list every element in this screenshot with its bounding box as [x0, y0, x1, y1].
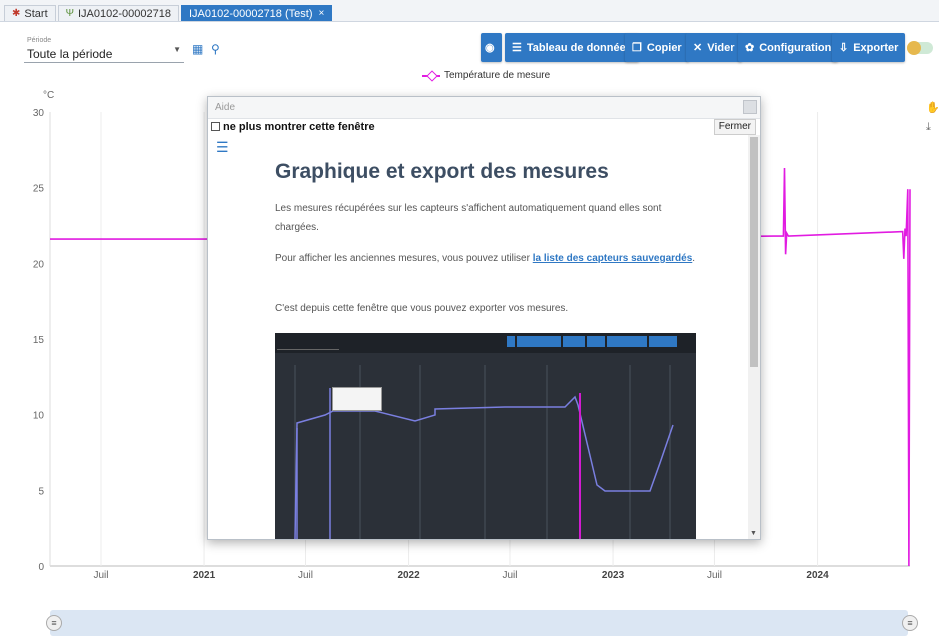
tab-label: Start: [24, 7, 48, 20]
calendar-icon[interactable]: ▦: [192, 42, 203, 56]
search-icon[interactable]: ⚲: [211, 42, 220, 56]
y-tick-label: 10: [33, 411, 45, 422]
dialog-close-icon[interactable]: [743, 100, 757, 114]
export-icon: ⇩: [839, 42, 849, 54]
tab-label: IJA0102-00002718 (Test): [188, 7, 313, 20]
export-button[interactable]: ⇩ Exporter: [832, 33, 906, 62]
p2-end: .: [692, 253, 696, 264]
x-tick-label: Juil: [502, 570, 517, 581]
x-tick-label: Juil: [298, 570, 313, 581]
toggle-knob: [907, 41, 921, 55]
x-axis: Juil 2021 Juil 2022 Juil 2023 Juil 2024: [93, 570, 829, 581]
tab-sensor-test[interactable]: IJA0102-00002718 (Test) ×: [180, 5, 333, 21]
dont-show-checkbox[interactable]: [211, 122, 220, 131]
scroll-down-icon[interactable]: ▼: [750, 530, 757, 537]
p2-text: Pour afficher les anciennes mesures, vou…: [275, 253, 533, 264]
data-table-label: Tableau de données: [526, 41, 632, 54]
y-tick-label: 25: [33, 184, 45, 195]
tab-label: IJA0102-00002718: [77, 7, 171, 20]
y-tick-label: 30: [33, 108, 45, 119]
y-axis-unit: °C: [43, 90, 54, 101]
start-icon: ✱: [12, 8, 21, 19]
dialog-options: ne plus montrer cette fenêtre Fermer: [208, 119, 760, 135]
help-dialog: Aide ne plus montrer cette fenêtre Ferme…: [207, 96, 761, 540]
help-paragraph-2: Pour afficher les anciennes mesures, vou…: [275, 249, 705, 268]
help-screenshot-image: [275, 333, 696, 539]
x-tick-label: Juil: [93, 570, 108, 581]
chevron-down-icon: ▼: [173, 45, 181, 54]
help-heading: Graphique et export des mesures: [275, 160, 609, 183]
copy-button[interactable]: ❐ Copier: [625, 33, 689, 62]
chart-legend[interactable]: Température de mesure: [422, 70, 550, 81]
period-value: Toute la période: [27, 47, 113, 61]
scroll-thumb[interactable]: [750, 137, 758, 367]
y-tick-label: 0: [38, 562, 44, 573]
tab-bar: ✱ Start Ψ IJA0102-00002718 IJA0102-00002…: [0, 0, 939, 22]
dialog-title: Aide: [215, 102, 236, 113]
y-tick-label: 20: [33, 259, 45, 270]
x-tick-label: 2023: [602, 570, 625, 581]
navigator-right-handle[interactable]: ≡: [902, 615, 918, 631]
close-icon[interactable]: ×: [318, 8, 324, 19]
y-tick-label: 15: [33, 335, 45, 346]
dont-show-label[interactable]: ne plus montrer cette fenêtre: [223, 121, 375, 133]
help-paragraph-3: C'est depuis cette fenêtre que vous pouv…: [275, 303, 569, 314]
y-axis: 0 5 10 15 20 25 30: [33, 108, 45, 573]
screenshot-tooltip: [332, 387, 382, 411]
time-navigator[interactable]: [50, 610, 908, 636]
legend-label: Température de mesure: [444, 70, 551, 81]
download-icon[interactable]: ⤓: [926, 121, 931, 134]
period-select[interactable]: Période Toute la période ▼: [24, 35, 184, 63]
theme-toggle[interactable]: [907, 41, 933, 55]
table-icon: ☰: [512, 42, 522, 54]
gear-icon: ✿: [745, 42, 755, 54]
x-icon: ✕: [693, 42, 703, 54]
help-paragraph-1: Les mesures récupérées sur les capteurs …: [275, 203, 662, 233]
saved-sensors-link[interactable]: la liste des capteurs sauvegardés: [533, 253, 693, 264]
period-label: Période: [27, 37, 52, 44]
visibility-button[interactable]: ◉: [481, 33, 502, 62]
close-button[interactable]: Fermer: [713, 119, 756, 135]
clear-label: Vider: [707, 41, 735, 54]
x-tick-label: 2021: [193, 570, 216, 581]
export-label: Exporter: [853, 41, 899, 54]
x-tick-label: 2024: [806, 570, 829, 581]
dialog-body: ☰ Graphique et export des mesures Les me…: [208, 135, 750, 539]
data-table-button[interactable]: ☰ Tableau de données: [505, 33, 639, 62]
menu-icon[interactable]: ☰: [216, 139, 229, 156]
dialog-scrollbar[interactable]: ▼: [748, 135, 760, 539]
legend-swatch: [422, 74, 440, 77]
x-tick-label: Juil: [707, 570, 722, 581]
eye-icon: ◉: [485, 42, 495, 54]
configuration-label: Configuration: [759, 41, 832, 54]
x-tick-label: 2022: [397, 570, 420, 581]
copy-icon: ❐: [632, 42, 642, 54]
dialog-header: Aide: [208, 97, 760, 119]
tab-sensor[interactable]: Ψ IJA0102-00002718: [57, 5, 179, 21]
clear-button[interactable]: ✕ Vider: [686, 33, 742, 62]
screenshot-chart: [294, 365, 674, 539]
hand-icon[interactable]: ✋: [926, 101, 939, 114]
configuration-button[interactable]: ✿ Configuration: [738, 33, 839, 62]
sensor-icon: Ψ: [65, 8, 74, 19]
copy-label: Copier: [646, 41, 682, 54]
y-tick-label: 5: [38, 486, 44, 497]
navigator-left-handle[interactable]: ≡: [46, 615, 62, 631]
tab-start[interactable]: ✱ Start: [4, 5, 56, 21]
